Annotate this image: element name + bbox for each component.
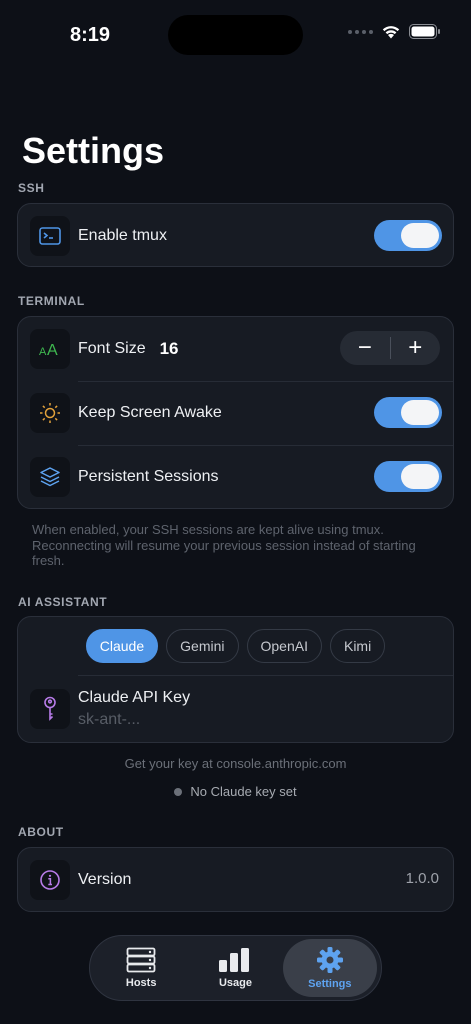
gear-icon: [316, 947, 343, 973]
tab-usage[interactable]: Usage: [188, 939, 282, 997]
cellular-signal-icon: [348, 29, 373, 34]
keep-screen-awake-toggle[interactable]: [374, 397, 442, 428]
page-title: Settings: [22, 130, 165, 171]
tab-hosts-label: Hosts: [125, 977, 157, 989]
enable-tmux-toggle[interactable]: [374, 220, 442, 251]
tab-settings-label: Settings: [308, 978, 352, 990]
api-key-help-text: Get your key at console.anthropic.com: [124, 756, 347, 771]
version-value: 1.0.0: [405, 870, 439, 887]
persistent-sessions-hint: When enabled, your SSH sessions are kept…: [32, 522, 416, 568]
api-key-input[interactable]: sk-ant-...: [78, 711, 190, 729]
section-label-ssh: SSH: [18, 181, 45, 195]
terminal-card: AA Font Size 16 − + Keep Screen Awake Pe…: [17, 316, 454, 509]
font-size-decrement-button[interactable]: −: [340, 331, 390, 365]
version-label: Version: [78, 871, 132, 888]
provider-tabs: Claude Gemini OpenAI Kimi: [18, 617, 453, 675]
wifi-icon: [382, 26, 400, 39]
persistent-sessions-toggle[interactable]: [374, 461, 442, 492]
tab-bar: Hosts Usage Settings: [89, 935, 382, 1001]
status-dot: [174, 787, 183, 796]
api-key-status-text: No Claude key set: [190, 784, 297, 799]
provider-tab-kimi[interactable]: Kimi: [329, 629, 386, 663]
enable-tmux-row: Enable tmux: [18, 204, 453, 268]
provider-tab-gemini[interactable]: Gemini: [166, 629, 239, 663]
font-size-row: AA Font Size 16 − +: [18, 317, 453, 381]
version-row: Version 1.0.0: [18, 848, 453, 912]
font-size-label: Font Size: [78, 340, 146, 357]
layers-icon: [30, 457, 70, 497]
terminal-icon: [30, 216, 70, 256]
api-key-label: Claude API Key: [78, 689, 191, 706]
font-size-value: 16: [159, 339, 179, 358]
ssh-card: Enable tmux: [17, 203, 454, 267]
sun-icon: [30, 393, 70, 433]
about-card: Version 1.0.0: [17, 847, 454, 912]
keep-screen-awake-row: Keep Screen Awake: [18, 381, 453, 445]
bar-chart-icon: [219, 948, 250, 972]
persistent-sessions-row: Persistent Sessions: [18, 445, 453, 509]
font-size-increment-button[interactable]: +: [391, 331, 441, 365]
svg-text:A: A: [39, 346, 47, 358]
dynamic-island: [168, 15, 303, 55]
section-label-terminal: TERMINAL: [18, 294, 85, 308]
svg-text:A: A: [47, 342, 58, 358]
font-size-icon: AA: [30, 329, 70, 369]
font-size-stepper: − +: [340, 331, 440, 365]
key-icon: [30, 689, 70, 729]
tab-usage-label: Usage: [218, 977, 252, 989]
persistent-sessions-label: Persistent Sessions: [78, 468, 219, 485]
section-label-ai-assistant: AI ASSISTANT: [18, 595, 108, 609]
status-icons: [348, 24, 441, 39]
provider-tab-openai[interactable]: OpenAI: [246, 629, 322, 663]
provider-tab-claude[interactable]: Claude: [85, 629, 159, 663]
info-icon: [30, 860, 70, 900]
tab-settings[interactable]: Settings: [282, 939, 377, 997]
api-key-status: No Claude key set: [0, 784, 471, 799]
server-icon: [126, 947, 156, 973]
ai-assistant-card: Claude Gemini OpenAI Kimi Claude API Key…: [17, 616, 454, 743]
tab-hosts[interactable]: Hosts: [94, 939, 188, 997]
battery-icon: [409, 24, 440, 39]
api-key-row: Claude API Key sk-ant-...: [18, 675, 453, 743]
status-time: 8:19: [70, 24, 111, 46]
enable-tmux-label: Enable tmux: [78, 227, 167, 244]
keep-screen-awake-label: Keep Screen Awake: [78, 404, 222, 421]
section-label-about: ABOUT: [18, 825, 64, 839]
